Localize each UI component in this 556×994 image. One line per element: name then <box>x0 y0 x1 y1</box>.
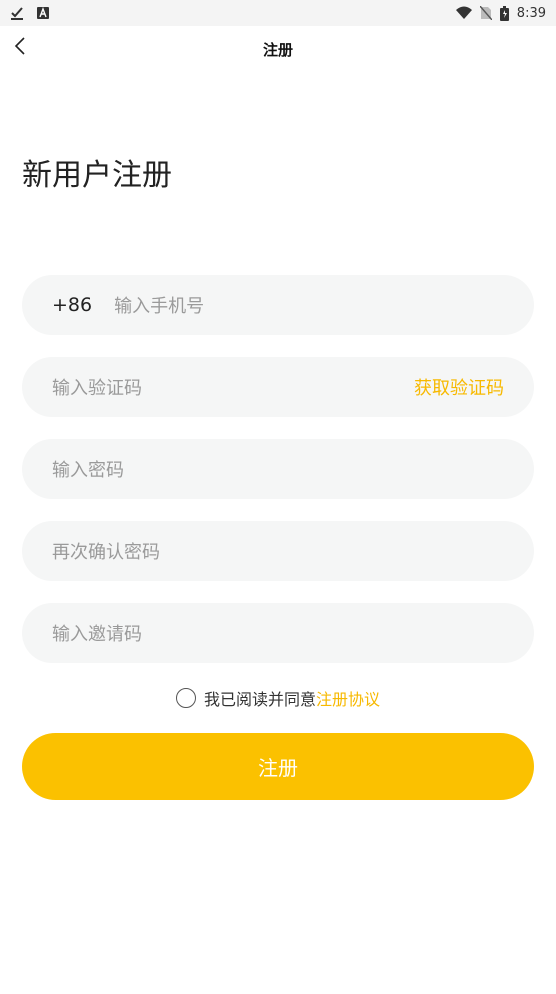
nav-bar: 注册 <box>0 26 556 72</box>
invite-code-placeholder: 输入邀请码 <box>52 624 142 645</box>
status-bar: 8:39 <box>0 0 556 26</box>
no-sim-icon <box>479 6 492 20</box>
phone-field[interactable]: +86 输入手机号 <box>22 275 534 335</box>
agreement-radio[interactable] <box>175 688 196 708</box>
password-placeholder: 输入密码 <box>52 460 124 481</box>
agreement-link[interactable]: 注册协议 <box>316 686 380 710</box>
agreement-row: 我已阅读并同意 注册协议 <box>0 684 556 712</box>
registration-heading: 新用户注册 <box>22 158 172 193</box>
invite-code-field[interactable]: 输入邀请码 <box>22 603 534 663</box>
phone-input-placeholder: 输入手机号 <box>114 296 205 317</box>
confirm-password-field[interactable]: 再次确认密码 <box>22 521 534 581</box>
verification-code-field[interactable]: 输入验证码 获取验证码 <box>22 357 534 417</box>
page-title: 注册 <box>262 40 293 59</box>
confirm-password-placeholder: 再次确认密码 <box>52 542 160 563</box>
register-button[interactable]: 注册 <box>22 733 534 800</box>
country-code-prefix[interactable]: +86 <box>52 294 92 316</box>
battery-icon <box>499 5 509 21</box>
back-button[interactable] <box>6 34 34 62</box>
chevron-left-icon <box>14 36 26 60</box>
status-left <box>10 6 50 20</box>
wifi-icon <box>455 6 472 20</box>
agreement-text: 我已阅读并同意 <box>203 690 316 709</box>
font-app-icon <box>36 6 50 20</box>
check-download-icon <box>10 6 24 20</box>
password-field[interactable]: 输入密码 <box>22 439 534 499</box>
clock-time: 8:39 <box>516 5 546 21</box>
verification-code-placeholder: 输入验证码 <box>52 378 142 399</box>
status-right: 8:39 <box>455 5 546 21</box>
get-code-button[interactable]: 获取验证码 <box>414 374 504 400</box>
